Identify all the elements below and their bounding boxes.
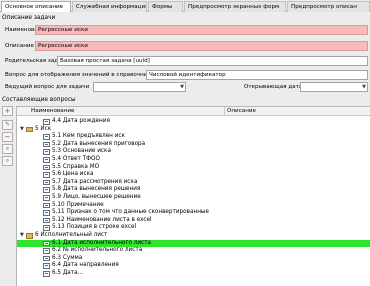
name-input[interactable]: Регрессные иски [35,25,368,35]
tree-row-label: 5.4 Ответ ТФОО [52,156,100,162]
tree-row-label: 5 Иск [35,125,52,132]
display-question-value: Числовой идентификатор [149,72,226,78]
doc-icon [43,195,50,201]
tree-row-label: 6.1 Дата исполнительного листа [52,239,151,246]
tree-row-label: 6.3 Сумма [52,254,83,261]
tree-row[interactable]: 6.4 Дата направления [17,262,370,270]
doc-icon [43,157,50,163]
tree-row-label: 5.1 Кем предъявлен иск [52,133,125,140]
tree-row-label: 5.3 Основание иска [52,148,111,155]
parent-task-input[interactable]: Базовая простая задача [uuid] [57,56,368,66]
tree-row-label: 5.11 Признак о том что данные сконвертир… [52,209,209,216]
grid-header: Наименование Описание [17,107,370,116]
doc-icon [43,263,50,269]
doc-icon [43,217,50,224]
tree-row[interactable]: 5.2 Дата вынесения приговора [17,141,370,149]
doc-icon [43,240,50,247]
tree-row-label: 5.6 Цена иска [52,171,94,178]
column-name-header[interactable]: Наименование [31,107,74,115]
tree-row[interactable]: 5.1 Кем предъявлен иск [17,133,370,141]
doc-icon [43,248,50,254]
doc-icon [43,119,50,125]
tree-row[interactable]: 5.6 Цена иска [17,171,370,179]
tree-row[interactable]: 5.13 Позиция в строке excel [17,224,370,232]
tree-row-label: 6 Исполнительный лист [35,232,108,238]
doc-icon [43,172,50,178]
find-next-icon[interactable]: ⌕ [2,156,13,166]
chevron-down-icon[interactable]: ▼ [180,83,184,91]
chevron-down-icon[interactable]: ▼ [362,83,366,91]
tree-row-label: 4.4 Дата рождения [52,118,110,124]
tab-bar: Основное описание Служебная информация Ф… [0,0,370,12]
tree-row[interactable]: 6.5 Дата... [17,270,370,278]
doc-icon [43,149,50,155]
tab-screen-forms-preview[interactable]: Предпросмотр экранных форм [184,1,286,12]
doc-icon [43,225,50,231]
collapse-icon[interactable]: ▼ [20,126,24,134]
section-title: Описание задачи [2,15,56,21]
folder-icon [26,233,33,239]
tree-row-label: 5.10 Примечание [52,201,104,208]
doc-icon [43,202,50,209]
tree-row-label: 6.5 Дата... [52,270,84,276]
add-icon[interactable]: + [2,106,13,116]
doc-icon [43,255,50,262]
tree-row-label: 6.4 Дата направления [52,262,119,269]
open-date-select[interactable]: ▼ [300,82,368,92]
grid-caption: Составляющие вопросы [2,97,76,103]
tree-row[interactable]: 6.1 Дата исполнительного листа [17,239,370,248]
tree-row[interactable]: 5.11 Признак о том что данные сконвертир… [17,209,370,217]
display-question-select[interactable]: Числовой идентификатор [146,70,368,80]
doc-icon [43,164,50,171]
folder-icon [26,126,33,133]
tree-row[interactable]: 5.5 Справка МО [17,164,370,172]
tree-row[interactable]: 5.8 Дата вынесения решения [17,186,370,194]
tree-row-label: 5.2 Дата вынесения приговора [52,140,146,147]
find-icon[interactable]: ⌕ [2,144,13,154]
collapse-icon[interactable]: ▼ [20,232,24,240]
tree-row[interactable]: 5.7 Дата рассмотрения иска [17,179,370,187]
tab-service-info[interactable]: Служебная информация [72,1,147,12]
doc-icon [43,187,50,193]
tree-row[interactable]: 4.4 Дата рождения [17,118,370,126]
tree-row-label: 5.9 Лицо, вынесшее решение [52,194,141,200]
tab-forms[interactable]: Формы [148,1,183,12]
open-date-label: Открывающая дата [244,84,303,90]
tab-description-preview[interactable]: Предпросмотр описан [287,1,370,12]
lead-question-label: Ведущий вопрос для задачи [5,84,90,90]
doc-icon [43,210,50,216]
doc-icon [43,134,50,140]
tree-row[interactable]: ▼ 5 Иск [17,126,370,134]
tree-row[interactable]: 6.2 № исполнительного листа [17,247,370,255]
doc-icon [43,179,50,186]
column-divider [224,107,225,116]
tree-row-label: 5.7 Дата рассмотрения иска [52,178,138,185]
tab-main-description[interactable]: Основное описание [1,1,71,12]
tree-row-label: 5.5 Справка МО [52,163,100,170]
tree-row[interactable]: 5.12 Наименование листа в excel [17,217,370,225]
edit-icon[interactable]: ✎ [2,120,13,130]
delete-icon[interactable]: − [2,132,13,142]
tree-row[interactable]: 6.3 Сумма [17,255,370,263]
tree-row[interactable]: 5.4 Ответ ТФОО [17,156,370,164]
tree-row[interactable]: 5.9 Лицо, вынесшее решение [17,194,370,202]
tree-row-label: 5.13 Позиция в строке excel [52,224,137,231]
doc-icon [43,141,50,148]
questions-tree-grid[interactable]: Наименование Описание 4.4 Дата рождения ▼… [16,106,370,286]
doc-icon [43,271,50,277]
description-label: Описание [5,43,34,49]
tree-row[interactable]: 5.3 Основание иска [17,148,370,156]
tree-row[interactable]: 5.10 Примечание [17,202,370,210]
tree-row-label: 5.12 Наименование листа в excel [52,216,152,223]
tree-row-label: 5.8 Дата вынесения решения [52,186,141,193]
display-question-label: Вопрос для отображения значений в справо… [5,72,158,78]
lead-question-select[interactable]: ▼ [93,82,186,92]
tree-row-label: 6.2 № исполнительного листа [52,247,143,254]
tree-row[interactable]: ▼ 6 Исполнительный лист [17,232,370,240]
column-description-header[interactable]: Описание [227,107,256,115]
description-input[interactable]: Регрессные иски [35,41,368,51]
